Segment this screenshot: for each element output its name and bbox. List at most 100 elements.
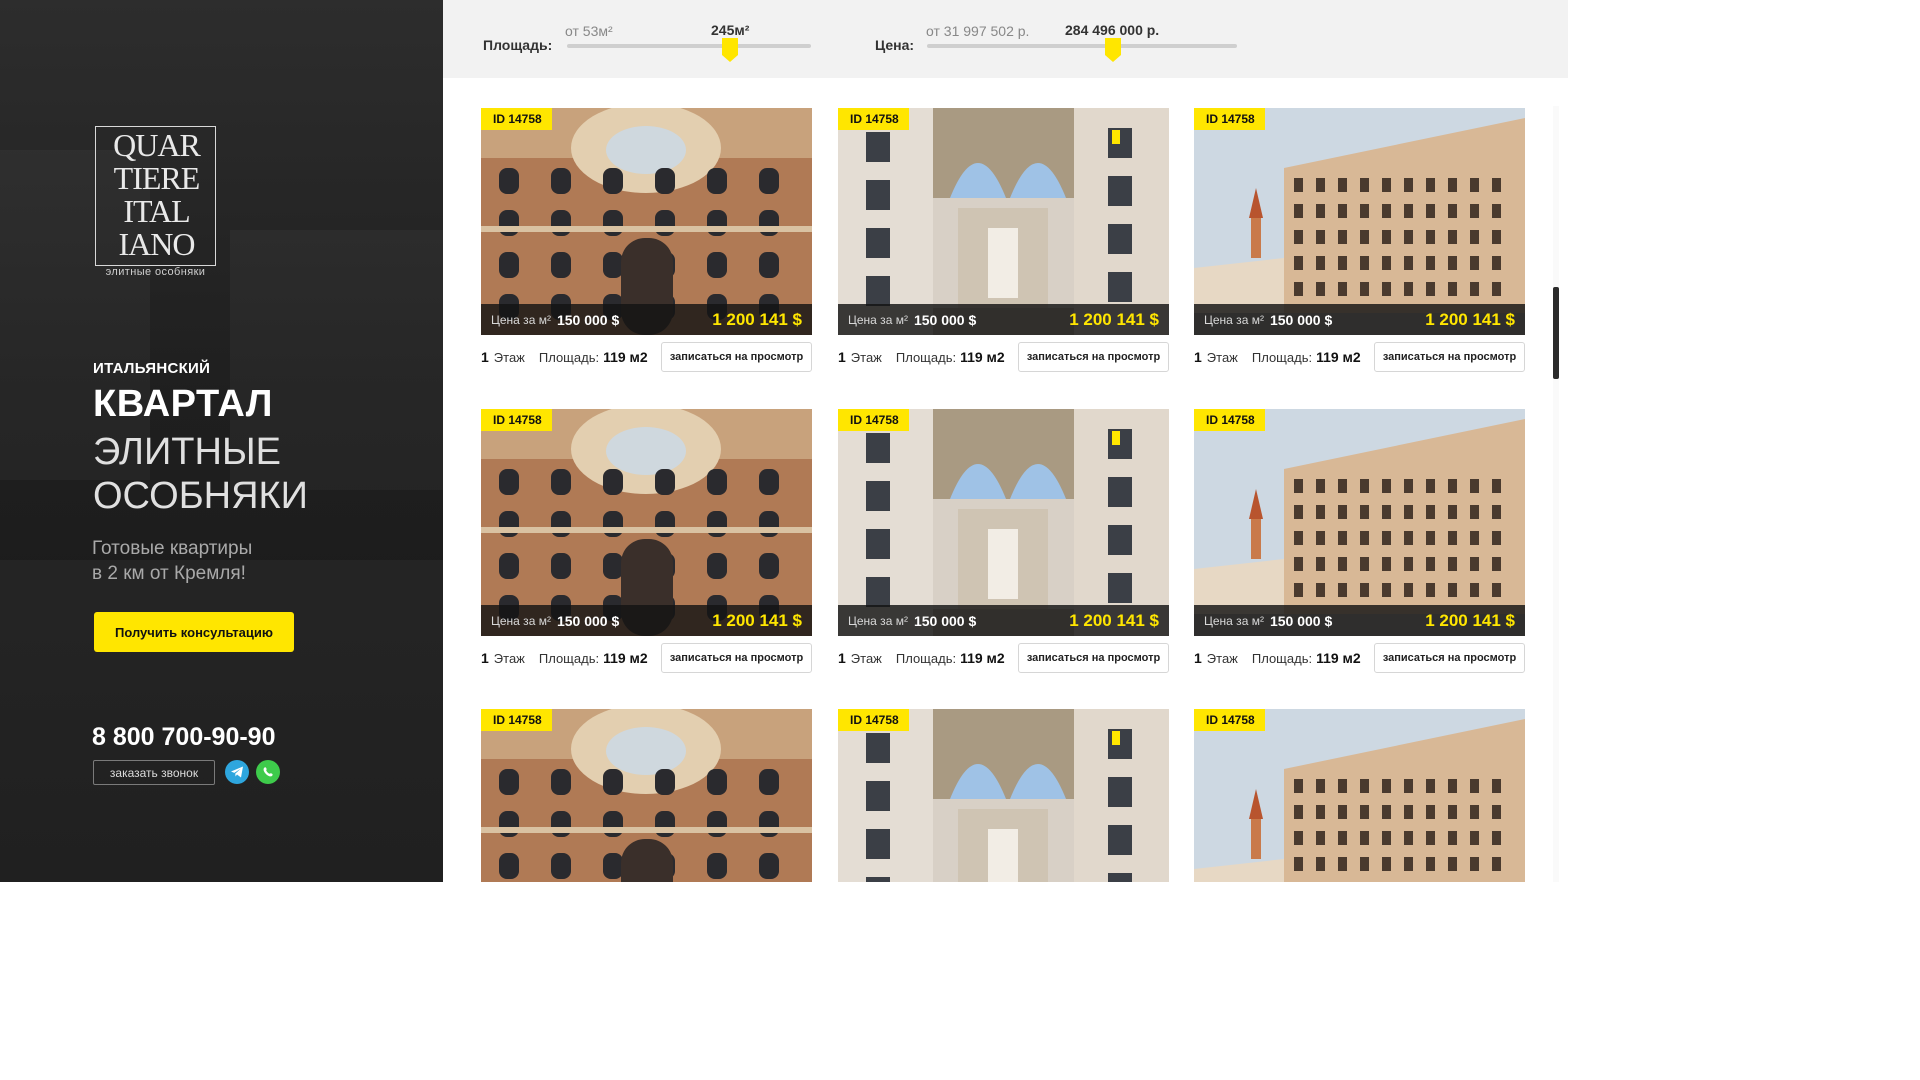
lead-line: в 2 км от Кремля! [92, 563, 246, 584]
listing-meta: 1 Этаж Площадь: 119 м2 записаться на просмот… [481, 643, 812, 673]
listing-id-badge: ID 14758 [838, 709, 909, 731]
listing-id-badge: ID 14758 [1194, 409, 1265, 431]
floor-label: Этаж [493, 349, 525, 365]
area-slider-handle[interactable] [722, 38, 739, 62]
area-label: Площадь: [895, 650, 957, 666]
price-per-m2-label: Цена за м² [491, 312, 551, 327]
floor-number: 1 [1194, 650, 1202, 666]
listings-grid: ID 14758 Цена за м² 150 000 $1 200 141 $1 Э… [443, 78, 1568, 882]
hero-title: КВАРТАЛ [93, 383, 273, 425]
price-per-m2: 150 000 $ [1269, 311, 1333, 328]
area-slider-track[interactable] [567, 44, 811, 48]
listing-id-badge: ID 14758 [1194, 108, 1265, 130]
price-slider-track[interactable] [927, 44, 1237, 48]
listing-photo[interactable]: ID 14758 Цена за м² 150 000 $ 1 200 141 $ [1194, 108, 1525, 335]
listing-id-badge: ID 14758 [838, 108, 909, 130]
area-current-value: 245м² [711, 22, 750, 38]
listing-photo[interactable]: ID 14758 Цена за м² 150 000 $ 1 200 141 $ [838, 409, 1169, 636]
area-label: Площадь: [1251, 349, 1313, 365]
price-bar: Цена за м² 150 000 $ 1 200 141 $ [838, 605, 1169, 636]
floor-number: 1 [838, 349, 846, 365]
logo-tagline: элитные особняки [105, 266, 206, 278]
area-filter-label: Площадь: [483, 37, 553, 53]
hero-subtitle-line: ЭЛИТНЫЕ [93, 431, 281, 473]
listing-id-badge: ID 14758 [481, 709, 552, 731]
floor-number: 1 [481, 349, 489, 365]
book-viewing-button[interactable]: записаться на просмотр [1018, 643, 1169, 673]
hero-subtitle-line: ОСОБНЯКИ [93, 475, 308, 517]
hero-kicker: ИТАЛЬЯНСКИЙ [93, 360, 211, 377]
floor-label: Этаж [850, 349, 882, 365]
price-per-m2: 150 000 $ [556, 311, 620, 328]
area-label: Площадь: [538, 349, 600, 365]
area-label: Площадь: [538, 650, 600, 666]
book-viewing-button[interactable]: записаться на просмотр [1018, 342, 1169, 372]
listing-photo[interactable]: ID 14758 [481, 709, 812, 882]
listing-id-badge: ID 14758 [838, 409, 909, 431]
area-value: 119 м2 [603, 650, 648, 666]
price-per-m2: 150 000 $ [556, 612, 620, 629]
area-label: Площадь: [895, 349, 957, 365]
book-viewing-button[interactable]: записаться на просмотр [1374, 342, 1525, 372]
listing-photo[interactable]: ID 14758 Цена за м² 150 000 $ 1 200 141 $ [481, 409, 812, 636]
hero-subtitle: ЭЛИТНЫЕ ОСОБНЯКИ [93, 430, 308, 518]
scrollbar-track[interactable] [1553, 106, 1559, 882]
price-slider-handle[interactable] [1105, 38, 1121, 62]
price-bar: Цена за м² 150 000 $ 1 200 141 $ [481, 304, 812, 335]
price-per-m2: 150 000 $ [1269, 612, 1333, 629]
lead-line: Готовые квартиры [92, 538, 253, 559]
listing-photo[interactable]: ID 14758 Цена за м² 150 000 $ 1 200 141 $ [481, 108, 812, 335]
price-per-m2-label: Цена за м² [848, 613, 908, 628]
price-bar: Цена за м² 150 000 $ 1 200 141 $ [481, 605, 812, 636]
price-bar: Цена за м² 150 000 $ 1 200 141 $ [838, 304, 1169, 335]
book-viewing-button[interactable]: записаться на просмотр [661, 342, 812, 372]
floor-number: 1 [481, 650, 489, 666]
logo-line: ITAL [123, 193, 190, 229]
callback-button[interactable]: заказать звонок [93, 760, 215, 785]
consultation-button[interactable]: Получить консультацию [94, 612, 294, 652]
phone-number[interactable]: 8 800 700-90-90 [92, 723, 275, 752]
floor-label: Этаж [850, 650, 882, 666]
price-bar: Цена за м² 150 000 $ 1 200 141 $ [1194, 605, 1525, 636]
total-price: 1 200 141 $ [712, 309, 802, 329]
listing-photo[interactable]: ID 14758 Цена за м² 150 000 $ 1 200 141 $ [838, 108, 1169, 335]
price-min-value: от 31 997 502 р. [926, 23, 1030, 39]
filter-bar: Площадь: от 53м² 245м² Цена: от 31 997 5… [443, 0, 1568, 78]
floor-number: 1 [838, 650, 846, 666]
left-panel: QUAR TIERE ITAL IANO элитные особняки ИТ… [0, 0, 443, 882]
logo[interactable]: QUAR TIERE ITAL IANO [95, 126, 216, 266]
scrollbar-thumb[interactable] [1553, 287, 1559, 379]
price-per-m2: 150 000 $ [913, 612, 977, 629]
floor-label: Этаж [1206, 650, 1238, 666]
listing-meta: 1 Этаж Площадь: 119 м2 записаться на просмот… [838, 342, 1169, 372]
whatsapp-icon[interactable] [256, 760, 280, 784]
logo-line: TIERE [113, 160, 201, 196]
book-viewing-button[interactable]: записаться на просмотр [1374, 643, 1525, 673]
listing-id-badge: ID 14758 [1194, 709, 1265, 731]
floor-label: Этаж [1206, 349, 1238, 365]
listing-id-badge: ID 14758 [481, 409, 552, 431]
total-price: 1 200 141 $ [1425, 610, 1515, 630]
logo-line: IANO [118, 226, 196, 262]
total-price: 1 200 141 $ [712, 610, 802, 630]
floor-label: Этаж [493, 650, 525, 666]
area-value: 119 м2 [960, 650, 1005, 666]
total-price: 1 200 141 $ [1069, 610, 1159, 630]
price-per-m2-label: Цена за м² [491, 613, 551, 628]
listing-photo[interactable]: ID 14758 [1194, 709, 1525, 882]
price-current-value: 284 496 000 р. [1065, 22, 1160, 38]
price-per-m2-label: Цена за м² [848, 312, 908, 327]
total-price: 1 200 141 $ [1069, 309, 1159, 329]
listing-meta: 1 Этаж Площадь: 119 м2 записаться на просмот… [1194, 643, 1525, 673]
listing-id-badge: ID 14758 [481, 108, 552, 130]
area-value: 119 м2 [1316, 349, 1361, 365]
book-viewing-button[interactable]: записаться на просмотр [661, 643, 812, 673]
floor-number: 1 [1194, 349, 1202, 365]
listing-photo[interactable]: ID 14758 [838, 709, 1169, 882]
listing-photo[interactable]: ID 14758 Цена за м² 150 000 $ 1 200 141 $ [1194, 409, 1525, 636]
telegram-icon[interactable] [225, 760, 249, 784]
price-per-m2-label: Цена за м² [1204, 613, 1264, 628]
price-per-m2: 150 000 $ [913, 311, 977, 328]
listing-meta: 1 Этаж Площадь: 119 м2 записаться на просмот… [838, 643, 1169, 673]
hero-lead: Готовые квартиры в 2 км от Кремля! [92, 536, 252, 586]
